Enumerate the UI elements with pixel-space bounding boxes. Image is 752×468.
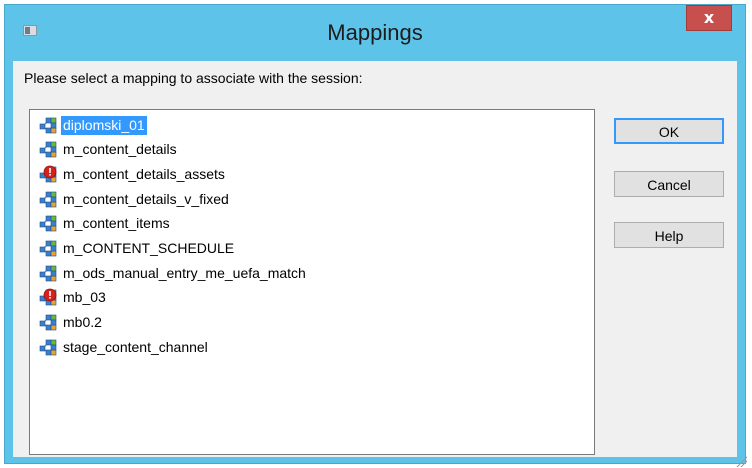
invalid-mapping-icon <box>39 165 57 183</box>
close-icon: x <box>703 8 715 27</box>
mapping-list-item[interactable]: diplomski_01 <box>39 113 147 137</box>
dialog-title: Mappings <box>327 20 423 45</box>
mapping-name: diplomski_01 <box>61 115 147 135</box>
ok-button[interactable]: OK <box>614 118 724 144</box>
mapping-list-item[interactable]: m_content_details_v_fixed <box>39 187 231 211</box>
cancel-button[interactable]: Cancel <box>614 171 724 197</box>
mapping-icon <box>39 265 57 281</box>
mapping-icon <box>39 240 57 257</box>
mapping-name: m_content_details_assets <box>63 165 225 182</box>
mapping-list-item[interactable]: m_content_details_assets <box>39 162 227 186</box>
mapping-list-item[interactable]: mb0.2 <box>39 311 104 335</box>
mapping-list-item[interactable]: m_content_details <box>39 138 179 162</box>
mapping-name: mb_03 <box>63 289 106 306</box>
resize-grip[interactable] <box>735 455 747 467</box>
mapping-list-item[interactable]: stage_content_channel <box>39 335 210 359</box>
mapping-name: m_content_details <box>63 141 177 158</box>
mapping-list-item[interactable]: m_content_items <box>39 212 172 236</box>
instruction-label: Please select a mapping to associate wit… <box>24 70 363 86</box>
mapping-icon <box>39 314 57 331</box>
mapping-name: m_ods_manual_entry_me_uefa_match <box>63 264 306 281</box>
mapping-list-item[interactable]: m_ods_manual_entry_me_uefa_match <box>39 261 308 285</box>
title-bar[interactable]: Mappings x <box>5 5 745 61</box>
mapping-name: m_content_items <box>63 215 170 232</box>
mapping-icon <box>39 117 57 133</box>
mapping-icon <box>39 215 57 232</box>
mapping-name: m_content_details_v_fixed <box>63 190 229 207</box>
close-button[interactable]: x <box>686 5 732 31</box>
help-button[interactable]: Help <box>614 222 724 248</box>
mapping-list-item[interactable]: mb_03 <box>39 286 108 310</box>
mapping-list-item[interactable]: m_CONTENT_SCHEDULE <box>39 237 236 261</box>
mapping-name: mb0.2 <box>63 314 102 331</box>
mapping-icon <box>39 141 57 158</box>
mapping-icon <box>39 191 57 207</box>
mapping-listbox[interactable]: diplomski_01 m_content_details m_content_d… <box>29 109 595 455</box>
mapping-name: stage_content_channel <box>63 338 208 355</box>
mapping-icon <box>39 339 57 356</box>
mapping-name: m_CONTENT_SCHEDULE <box>63 240 235 256</box>
invalid-mapping-icon <box>39 288 57 306</box>
